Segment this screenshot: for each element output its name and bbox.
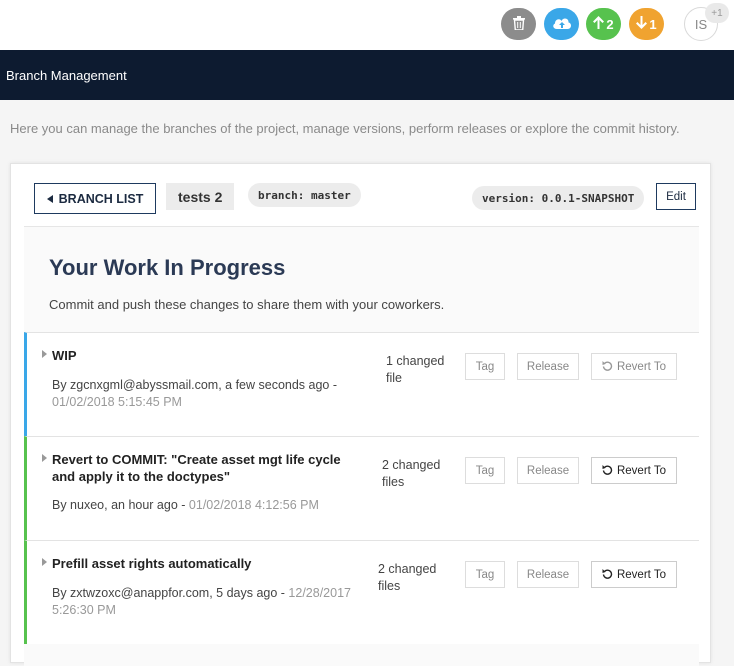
tag-button[interactable]: Tag xyxy=(465,353,505,380)
arrow-down-icon xyxy=(636,16,648,32)
arrow-up-icon xyxy=(593,16,605,32)
revert-label: Revert To xyxy=(616,568,666,581)
changed-files[interactable]: 2 changed files xyxy=(378,561,436,595)
intro-text: Here you can manage the branches of the … xyxy=(10,121,680,136)
branch-list-label: BRANCH LIST xyxy=(58,191,144,206)
revert-icon xyxy=(602,360,613,374)
discard-changes-button[interactable] xyxy=(501,8,536,40)
commit-author: By nuxeo, an hour ago - xyxy=(52,498,186,512)
changed-files[interactable]: 1 changed file xyxy=(386,353,444,387)
revert-icon xyxy=(602,464,613,478)
commit-item[interactable]: Revert to COMMIT: "Create asset mgt life… xyxy=(24,436,699,540)
commit-date: 01/02/2018 4:12:56 PM xyxy=(188,498,319,512)
changed-count: 2 changed xyxy=(378,562,437,576)
expand-caret-icon[interactable] xyxy=(42,350,47,358)
avatar-initials: IS xyxy=(694,16,708,32)
wip-subtitle: Commit and push these changes to share t… xyxy=(49,297,445,312)
revert-icon xyxy=(602,568,613,582)
revert-label: Revert To xyxy=(616,360,666,373)
changed-unit: files xyxy=(378,579,401,593)
expand-caret-icon[interactable] xyxy=(42,454,47,462)
page-title: Branch Management xyxy=(6,68,127,83)
branch-card: BRANCH LIST tests 2 branch: master versi… xyxy=(10,163,711,666)
changed-unit: files xyxy=(382,475,405,489)
revert-label: Revert To xyxy=(616,464,666,477)
release-button[interactable]: Release xyxy=(517,353,579,380)
commit-author: By zxtwzoxc@anappfor.com, 5 days ago - xyxy=(52,586,285,600)
expand-caret-icon[interactable] xyxy=(42,558,47,566)
revert-to-button[interactable]: Revert To xyxy=(591,353,677,380)
behind-count: 1 xyxy=(649,16,657,32)
commit-meta: By zxtwzoxc@anappfor.com, 5 days ago - 1… xyxy=(52,585,372,619)
extra-users-count: +1 xyxy=(711,7,723,19)
commit-meta: By nuxeo, an hour ago - 01/02/2018 4:12:… xyxy=(52,497,372,514)
work-in-progress-panel: Your Work In Progress Commit and push th… xyxy=(24,226,699,666)
commit-item[interactable]: WIP By zgcnxgml@abyssmail.com, a few sec… xyxy=(24,332,699,436)
trash-icon xyxy=(512,15,525,33)
changed-unit: file xyxy=(386,371,402,385)
version-badge: version: 0.0.1-SNAPSHOT xyxy=(472,186,645,210)
release-button[interactable]: Release xyxy=(517,561,579,588)
branch-list-button[interactable]: BRANCH LIST xyxy=(34,183,156,214)
branch-badge: branch: master xyxy=(248,183,361,207)
changed-count: 1 changed xyxy=(386,354,445,368)
revert-to-button[interactable]: Revert To xyxy=(591,561,677,588)
caret-left-icon xyxy=(46,192,53,206)
commit-date: 01/02/2018 5:15:45 PM xyxy=(52,395,182,409)
project-name: tests 2 xyxy=(166,183,235,210)
commit-meta: By zgcnxgml@abyssmail.com, a few seconds… xyxy=(52,377,372,411)
ahead-count: 2 xyxy=(606,16,614,32)
commit-title: WIP xyxy=(52,348,77,363)
commit-title: Revert to COMMIT: "Create asset mgt life… xyxy=(52,452,341,484)
page-header: Branch Management xyxy=(0,50,734,100)
edit-version-button[interactable]: Edit xyxy=(656,183,696,210)
changed-files[interactable]: 2 changed files xyxy=(382,457,440,491)
top-action-bar: 2 1 IS +1 xyxy=(0,0,734,50)
cloud-upload-icon xyxy=(552,16,572,33)
extra-users-badge[interactable]: +1 xyxy=(705,3,729,23)
commits-ahead-button[interactable]: 2 xyxy=(586,8,621,40)
wip-title: Your Work In Progress xyxy=(49,255,286,280)
tag-button[interactable]: Tag xyxy=(465,457,505,484)
commit-title: Prefill asset rights automatically xyxy=(52,556,252,571)
commits-behind-button[interactable]: 1 xyxy=(629,8,664,40)
tag-button[interactable]: Tag xyxy=(465,561,505,588)
revert-to-button[interactable]: Revert To xyxy=(591,457,677,484)
commit-author: By zgcnxgml@abyssmail.com, a few seconds… xyxy=(52,378,338,392)
release-button[interactable]: Release xyxy=(517,457,579,484)
changed-count: 2 changed xyxy=(382,458,441,472)
push-button[interactable] xyxy=(544,8,579,40)
commit-item[interactable]: Prefill asset rights automatically By zx… xyxy=(24,540,699,644)
